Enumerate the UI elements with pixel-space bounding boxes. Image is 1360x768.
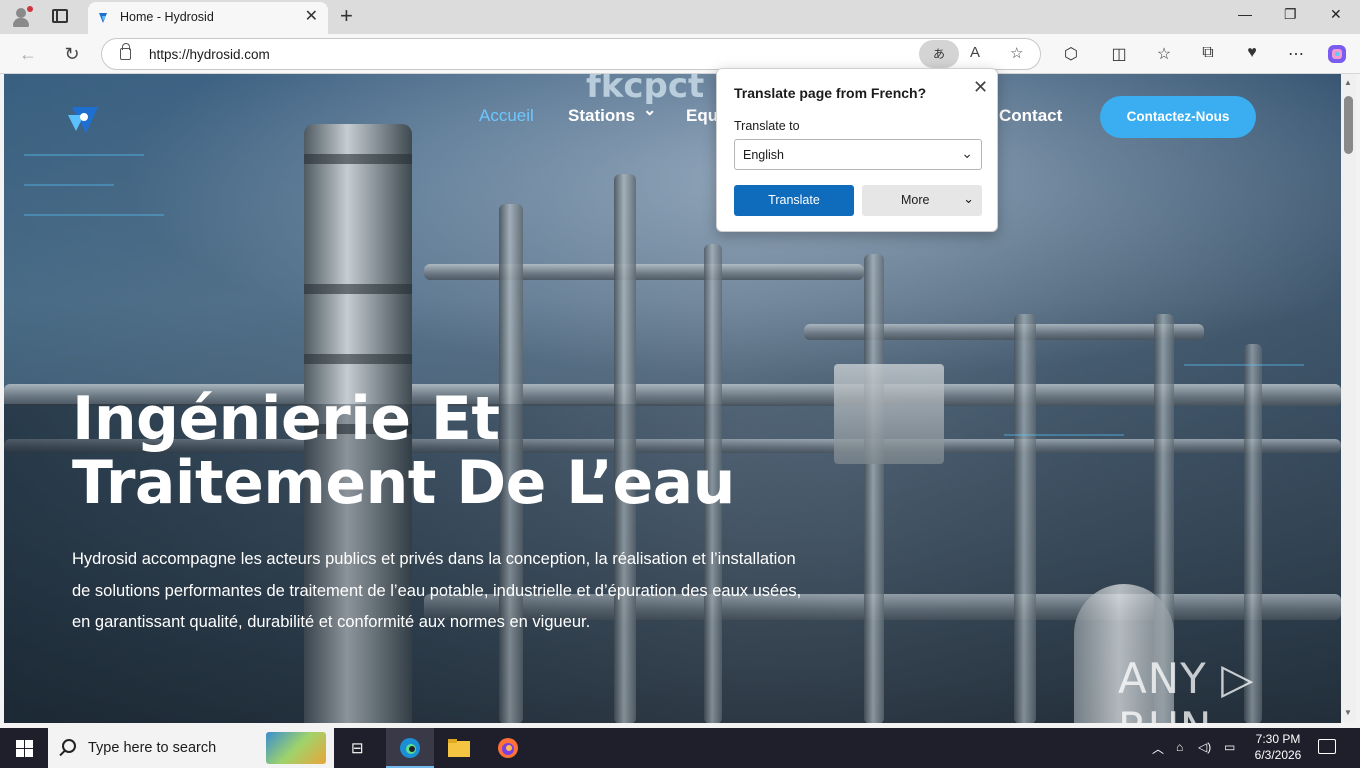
taskbar-clock[interactable]: 7:30 PM 6/3/2026 [1248,731,1308,763]
address-bar[interactable]: https://hydrosid.com あ A ☆ [101,38,1041,70]
hero-title: Ingénierie Et Traitement De L’eau [72,384,735,518]
tab-actions-icon[interactable] [52,9,68,23]
language-select[interactable]: English ⌄ [734,139,982,170]
hero-description: Hydrosid accompagne les acteurs publics … [72,550,802,631]
tab-title: Home - Hydrosid [120,10,214,24]
more-button-label: More [901,193,930,207]
search-highlight-image [266,732,326,764]
browser-tab-strip: Home - Hydrosid ✕ + — ❐ ✕ [0,0,1360,34]
site-favicon-icon [99,13,107,23]
display-icon[interactable]: ▭ [1224,740,1235,754]
contact-us-button[interactable]: Contactez-Nous [1100,96,1256,138]
translate-button[interactable]: Translate [734,185,854,216]
page-scrollbar[interactable]: ▲ ▼ [1341,74,1356,723]
back-icon[interactable]: ← [16,42,40,66]
scroll-up-icon[interactable]: ▲ [1344,78,1352,87]
refresh-icon[interactable]: ↻ [60,42,84,66]
hydrosid-logo-icon[interactable] [64,101,102,137]
scrollbar-thumb[interactable] [1344,96,1353,154]
close-window-button[interactable]: ✕ [1330,6,1342,23]
chevron-down-icon: ⌄ [963,191,974,206]
read-aloud-icon[interactable]: A [970,44,980,61]
network-icon[interactable]: ⌂ [1176,740,1183,754]
lock-icon[interactable] [120,43,131,60]
task-view-button[interactable]: ⊟ [338,728,386,768]
browser-essentials-icon[interactable]: ♥ [1241,44,1263,62]
selected-language: English [743,148,784,162]
page-viewport: fkcpct Accueil Stations ⌄ Equ Contact Co… [4,74,1341,723]
pipe-horizontal [424,264,864,280]
translate-icon[interactable]: あ [919,40,959,68]
clock-time: 7:30 PM [1255,732,1301,746]
nav-contact[interactable]: Contact [999,106,1062,126]
minimize-button[interactable]: — [1238,6,1252,22]
taskbar-file-explorer[interactable] [434,728,482,768]
windows-taskbar: Type here to search ⊟ ︿ ⌂ ◁) ▭ 7:30 PM 6… [0,728,1360,768]
taskbar-edge[interactable] [386,728,434,768]
nav-home[interactable]: Accueil [479,106,534,126]
split-screen-icon[interactable]: ◫ [1108,44,1130,64]
search-placeholder: Type here to search [88,740,217,756]
tab-close-icon[interactable]: ✕ [305,9,318,25]
favorite-star-icon[interactable]: ☆ [1010,44,1023,62]
chevron-down-icon[interactable]: ⌄ [643,100,656,120]
more-menu-icon[interactable]: ⋯ [1285,44,1307,64]
firefox-icon [498,738,518,758]
profile-icon[interactable] [10,6,33,28]
url-text[interactable]: https://hydrosid.com [149,47,270,62]
popup-close-icon[interactable]: ✕ [973,77,988,98]
popup-title: Translate page from French? [734,85,927,101]
task-view-icon: ⊟ [351,740,364,757]
taskbar-firefox[interactable] [484,728,532,768]
search-icon [62,739,76,753]
nav-stations[interactable]: Stations [568,106,635,126]
chevron-down-icon: ⌄ [961,145,973,161]
pipe-vertical [1014,314,1036,723]
more-button[interactable]: More ⌄ [862,185,982,216]
taskbar-search[interactable]: Type here to search [48,728,334,768]
anyrun-watermark: ANY ▷ RUN [1118,654,1255,723]
edge-icon [400,738,420,758]
pipe-vertical [864,254,884,723]
collections-icon[interactable]: ⧉ [1197,44,1219,62]
new-tab-button[interactable]: + [340,4,353,28]
folder-icon [448,739,470,757]
browser-tab-active[interactable]: Home - Hydrosid ✕ [88,2,328,34]
tray-chevron-up-icon[interactable]: ︿ [1152,740,1164,757]
restore-button[interactable]: ❐ [1284,6,1297,23]
notification-icon[interactable] [1318,739,1336,754]
nav-equipment[interactable]: Equ [686,106,718,126]
clock-date: 6/3/2026 [1254,748,1302,762]
control-cabinet [834,364,944,464]
browser-toolbar: ← ↻ https://hydrosid.com あ A ☆ ⬡ ◫ ☆ ⧉ ♥… [0,34,1360,74]
copilot-icon[interactable] [1326,43,1348,65]
start-button[interactable] [16,740,33,757]
favorites-icon[interactable]: ☆ [1153,44,1175,64]
extensions-icon[interactable]: ⬡ [1060,44,1082,64]
translate-popup: Translate page from French? ✕ Translate … [716,68,998,232]
volume-icon[interactable]: ◁) [1198,740,1211,754]
translate-to-label: Translate to [734,119,800,133]
scroll-down-icon[interactable]: ▼ [1344,708,1352,717]
